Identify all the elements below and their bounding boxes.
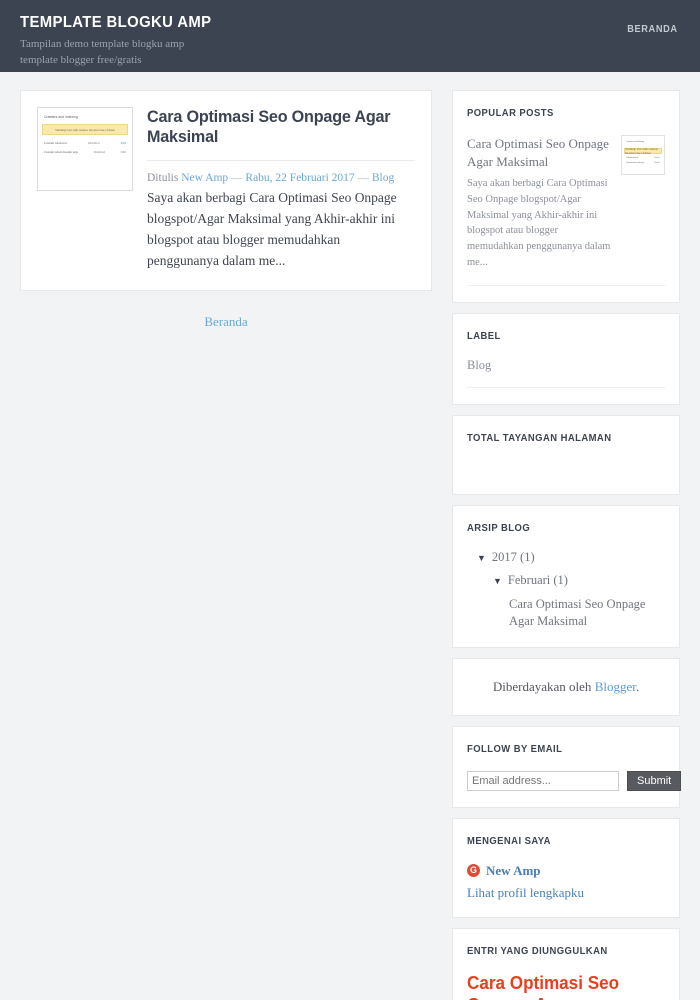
blogger-link[interactable]: Blogger [595,679,636,694]
post-meta: Ditulis New Amp — Rabu, 22 Februari 2017… [147,170,415,187]
brand-block: TEMPLATE BLOGKU AMP Tampilan demo templa… [20,14,226,68]
nav-beranda-link[interactable]: BERANDA [627,24,678,35]
post-meta-prefix: Ditulis [147,171,179,184]
page-root: TEMPLATE BLOGKU AMP Tampilan demo templa… [0,0,700,1000]
thumbnail-row-label: Custom robots header tags [626,162,644,164]
about-me-title: Mengenai Saya [467,834,551,847]
thumbnail-heading: Crawlers and Indexing [626,141,644,143]
thumbnail-row-status: Disabled [654,162,660,164]
thumbnail-row-action: Edit [120,150,126,154]
post-title[interactable]: Cara Optimasi Seo Onpage Agar Maksimal [147,107,402,148]
thumbnail-row: Custom robots.txt Disabled Edit [44,141,126,145]
beranda-link[interactable]: Beranda [204,314,247,329]
post-thumbnail[interactable]: Crawlers and Indexing Warning! Use with … [37,107,133,191]
featured-post-title-label: Entri yang Diunggulkan [467,944,608,957]
post-date-link[interactable]: Rabu, 22 Februari 2017 [245,172,354,184]
chevron-down-icon[interactable]: ▼ [477,553,486,563]
widget-archive: Arsip Blog ▼ 2017 (1) ▼ Februari (1) Cara … [452,504,680,648]
follow-email-title: Follow by Email [467,742,563,755]
attribution-text: Diberdayakan oleh Blogger. [467,675,665,699]
attribution-suffix: . [635,678,640,694]
archive-title: Arsip Blog [467,521,531,534]
thumbnail-row: Custom robots.txt Disabled [626,157,660,159]
attribution-prefix: Diberdayakan oleh [492,678,592,694]
widget-label: Label Blog [452,312,680,405]
google-plus-icon: G [467,864,480,878]
sidebar: Popular Posts Cara Optimasi Seo Onpage A… [452,72,700,1000]
thumbnail-row-action: Edit [120,141,126,145]
profile-row[interactable]: G New Amp [467,863,665,879]
archive-year-item[interactable]: ▼ 2017 (1) [467,550,665,565]
widget-popular-posts: Popular Posts Cara Optimasi Seo Onpage A… [452,90,680,303]
widget-follow-by-email: Follow by Email Submit [452,725,682,808]
view-profile-link[interactable]: Lihat profil lengkapku [467,885,665,901]
featured-post-title[interactable]: Cara Optimasi Seo Onpage Agar Maksimal [467,973,655,1000]
site-header: TEMPLATE BLOGKU AMP Tampilan demo templa… [0,0,700,72]
post-card: Crawlers and Indexing Warning! Use with … [20,90,432,291]
site-title: TEMPLATE BLOGKU AMP [20,14,212,31]
thumbnail-row-status: Disabled [654,157,660,159]
follow-email-form: Submit [467,770,682,791]
archive-list: ▼ 2017 (1) ▼ Februari (1) Cara Optimasi Se… [467,550,665,631]
chevron-down-icon[interactable]: ▼ [493,576,502,586]
profile-name[interactable]: New Amp [486,863,541,879]
widget-pageviews: Total Tayangan Halaman [452,414,680,495]
main-column: Crawlers and Indexing Warning! Use with … [0,72,452,331]
thumbnail-row-status: Disabled [88,141,100,145]
post-meta-dash: — [231,171,243,184]
popular-post-thumbnail[interactable]: Crawlers and Indexing Warning! Use with … [621,135,665,175]
archive-year-label: 2017 (1) [491,549,535,564]
email-input[interactable] [467,770,619,791]
thumbnail-row: Custom robots header tags Disabled Edit [44,150,126,154]
post-body: Cara Optimasi Seo Onpage Agar Maksimal D… [147,107,415,272]
thumbnail-warning-bar: Warning! Use with caution. Incorrect use… [42,124,128,135]
thumbnail-warning-text: Warning! Use with caution. Incorrect use… [625,147,659,155]
widget-about-me: Mengenai Saya G New Amp Lihat profil len… [452,817,680,918]
thumbnail-row-label: Custom robots.txt [44,141,67,145]
thumbnail-row: Custom robots header tags Disabled [626,162,660,164]
widget-featured-post: Entri yang Diunggulkan Cara Optimasi Seo… [452,927,680,1000]
widget-attribution: Diberdayakan oleh Blogger. [452,657,680,716]
thumbnail-row-status: Disabled [93,150,105,154]
content-wrap: Crawlers and Indexing Warning! Use with … [0,72,700,1000]
post-meta-dash: — [357,171,370,184]
thumbnail-warning-text: Warning! Use with caution. Incorrect use… [55,127,115,132]
submit-button[interactable]: Submit [627,770,682,791]
popular-post-title[interactable]: Cara Optimasi Seo Onpage Agar Maksimal [467,135,611,170]
popular-post-item[interactable]: Cara Optimasi Seo Onpage Agar Maksimal S… [467,135,665,286]
thumbnail-warning-bar: Warning! Use with caution. Incorrect use… [624,147,662,155]
thumbnail-row-label: Custom robots.txt [626,157,639,159]
popular-posts-title: Popular Posts [467,107,554,119]
label-widget-title: Label [467,329,501,342]
home-link-wrap: Beranda [20,291,432,331]
popular-post-text: Cara Optimasi Seo Onpage Agar Maksimal S… [467,135,611,271]
archive-post-item[interactable]: Cara Optimasi Seo Onpage Agar Maksimal [467,588,665,631]
post-divider [147,159,415,161]
thumbnail-heading: Crawlers and Indexing [44,115,78,119]
label-item-blog[interactable]: Blog [467,358,665,388]
archive-month-item[interactable]: ▼ Februari (1) [467,565,665,588]
archive-month-label: Februari (1) [507,572,568,587]
pageviews-title: Total Tayangan Halaman [467,431,612,444]
site-description: Tampilan demo template blogku amp templa… [20,38,185,66]
post-label-link[interactable]: Blog [372,172,394,184]
post-author-link[interactable]: New Amp [181,172,228,184]
pageviews-counter [467,460,665,478]
thumbnail-row-label: Custom robots header tags [44,150,78,154]
popular-post-snippet: Saya akan berbagi Cara Optimasi Seo Onpa… [467,178,611,268]
post-snippet: Saya akan berbagi Cara Optimasi Seo Onpa… [147,190,397,268]
